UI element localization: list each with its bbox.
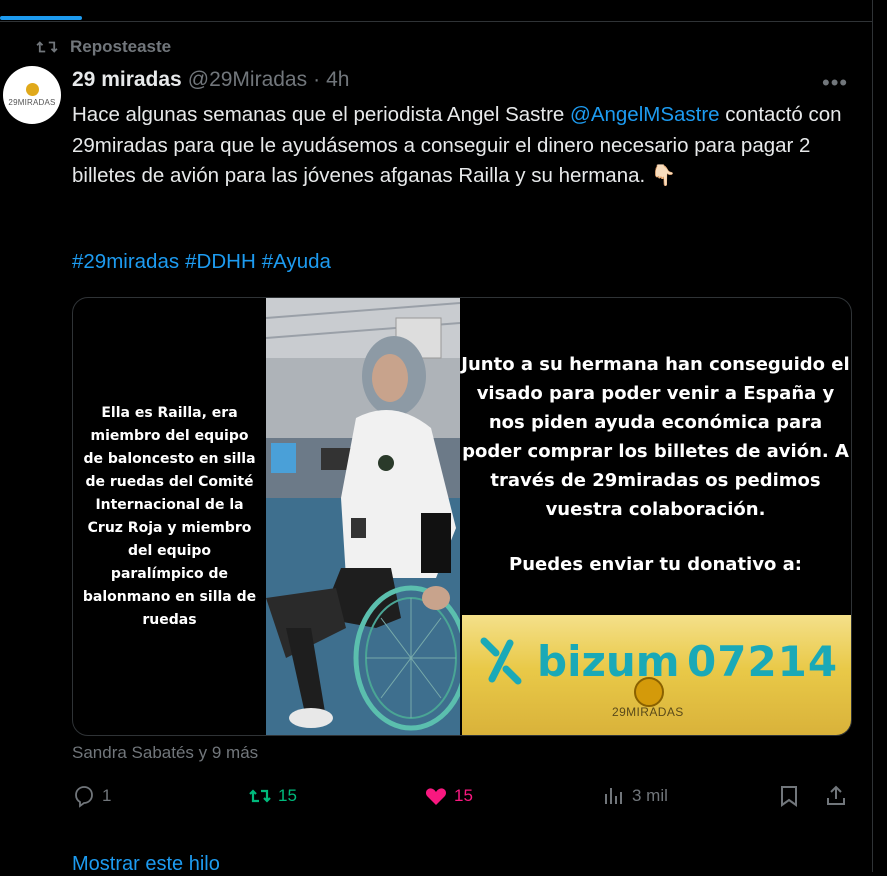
divider — [0, 21, 872, 22]
liked-by[interactable]: Sandra Sabatés y 9 más — [72, 743, 258, 763]
repost-label[interactable]: Reposteaste — [70, 37, 171, 57]
pointing-down-emoji: 👇🏻 — [650, 164, 677, 187]
views-icon — [605, 788, 622, 804]
show-thread-link[interactable]: Mostrar este hilo — [72, 853, 220, 876]
separator-dot: · — [313, 68, 321, 91]
repost-icon — [36, 41, 58, 53]
retweet-button[interactable]: 15 — [248, 784, 297, 808]
column-border — [872, 0, 873, 872]
retweet-count: 15 — [278, 786, 297, 805]
bizum-logo-icon — [480, 637, 522, 685]
heart-icon — [425, 788, 447, 805]
hashtag-list: #29miradas #DDHH #Ayuda — [72, 250, 337, 274]
media-right-panel: Junto a su hermana han conseguido el vis… — [460, 298, 851, 616]
media-left-text: Ella es Railla, era miembro del equipo d… — [82, 404, 257, 628]
bell-logo-icon — [25, 83, 39, 96]
retweet-icon — [249, 789, 271, 803]
hashtag-link[interactable]: #Ayuda — [262, 250, 331, 273]
bell-logo-icon — [634, 677, 664, 707]
share-icon — [827, 785, 845, 805]
wheelchair-athlete-photo — [266, 298, 460, 735]
media-left-panel: Ella es Railla, era miembro del equipo d… — [73, 298, 266, 735]
reply-icon — [75, 786, 93, 808]
avatar[interactable]: 29MIRADAS — [3, 66, 61, 124]
reply-button[interactable]: 1 — [72, 784, 111, 808]
repost-indicator: Reposteaste — [36, 37, 171, 57]
tweet-header: 29 miradas @29Miradas · 4h — [72, 68, 349, 92]
brand-text: 29MIRADAS — [612, 705, 684, 719]
author-name[interactable]: 29 miradas — [72, 68, 182, 92]
bookmark-icon — [781, 786, 797, 807]
tweet-text: Hace algunas semanas que el periodista A… — [72, 100, 862, 192]
tweet-media[interactable]: Ella es Railla, era miembro del equipo d… — [72, 297, 852, 736]
bookmark-button[interactable] — [777, 784, 801, 808]
progress-bar — [0, 16, 82, 20]
like-button[interactable]: 15 — [424, 784, 473, 808]
hashtag-link[interactable]: #29miradas — [72, 250, 179, 273]
share-button[interactable] — [824, 784, 848, 808]
media-right-text: Junto a su hermana han conseguido el vis… — [461, 354, 850, 520]
bizum-word: bizum — [537, 637, 680, 686]
mention-link[interactable]: @AngelMSastre — [570, 103, 720, 126]
more-options-icon[interactable]: ••• — [822, 70, 848, 96]
bizum-banner: bizum 07214 29MIRADAS — [462, 615, 851, 735]
views-count: 3 mil — [632, 786, 668, 805]
hashtag-link[interactable]: #DDHH — [185, 250, 256, 273]
like-count: 15 — [454, 786, 473, 805]
tweet-time[interactable]: 4h — [326, 68, 349, 92]
views-button[interactable]: 3 mil — [602, 784, 668, 808]
author-handle[interactable]: @29Miradas — [188, 68, 307, 92]
avatar-text: 29MIRADAS — [8, 98, 56, 107]
tweet-text-part: Hace algunas semanas que el periodista A… — [72, 103, 571, 126]
action-bar: 1 15 15 3 mil — [72, 784, 852, 814]
donate-text: Puedes enviar tu donativo a: — [509, 554, 802, 575]
reply-count: 1 — [102, 786, 112, 805]
bizum-code: 07214 — [687, 637, 839, 686]
